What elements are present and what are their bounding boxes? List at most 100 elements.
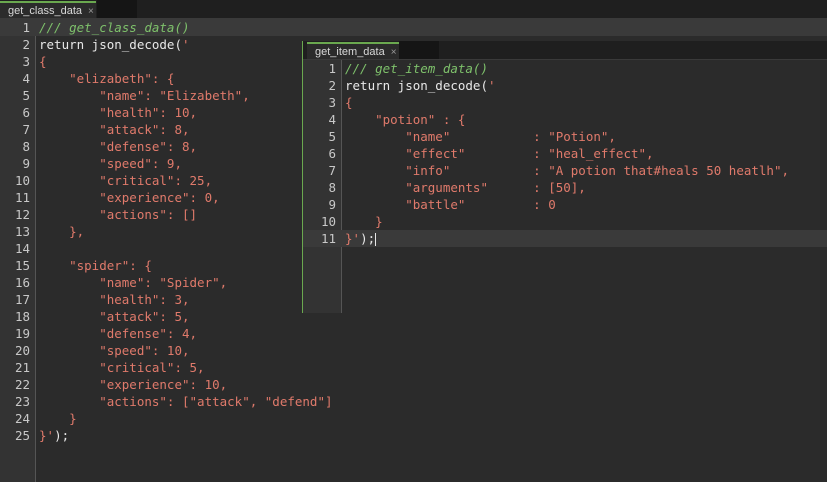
close-icon[interactable]: × xyxy=(88,6,94,17)
code-text: "health": 3, xyxy=(39,292,190,307)
line-number: 19 xyxy=(14,326,30,341)
line-number: 1 xyxy=(328,61,336,76)
line-number: 7 xyxy=(328,163,336,178)
line-number: 2 xyxy=(22,37,30,52)
code-text: "defense": 8, xyxy=(39,139,198,154)
code-text: "experience": 10, xyxy=(39,377,228,392)
code-line[interactable]: 20 "speed": 10, xyxy=(0,342,827,359)
line-number: 21 xyxy=(14,360,30,375)
code-text: /// get_class_data() xyxy=(39,20,190,35)
code-line[interactable]: 8 "arguments" : [50], xyxy=(303,179,827,196)
tab-bar-spacer xyxy=(97,0,137,18)
line-number: 4 xyxy=(328,112,336,127)
code-text: "effect" : "heal_effect", xyxy=(345,146,654,161)
line-number: 6 xyxy=(328,146,336,161)
close-icon[interactable]: × xyxy=(391,47,397,58)
code-line[interactable]: 23 "actions": ["attack", "defend"] xyxy=(0,393,827,410)
line-number: 8 xyxy=(328,180,336,195)
code-line[interactable]: 1 /// get_item_data() xyxy=(303,60,827,77)
line-number: 6 xyxy=(22,105,30,120)
code-text: "attack": 8, xyxy=(39,122,190,137)
code-text: } xyxy=(39,411,77,426)
code-text: "critical": 25, xyxy=(39,173,213,188)
line-number: 17 xyxy=(14,292,30,307)
line-number: 11 xyxy=(14,190,30,205)
code-line[interactable]: 22 "experience": 10, xyxy=(0,376,827,393)
code-text: return json_decode(' xyxy=(345,78,496,93)
line-number: 20 xyxy=(14,343,30,358)
line-number: 11 xyxy=(320,231,336,246)
code-text: "attack": 5, xyxy=(39,309,190,324)
line-number: 25 xyxy=(14,428,30,443)
code-line[interactable]: 1 /// get_class_data() xyxy=(0,19,827,36)
item-data-editor-window[interactable]: get_item_data × 1 /// get_item_data() 2 retu… xyxy=(302,41,827,313)
line-number: 4 xyxy=(22,71,30,86)
code-text: "spider": { xyxy=(39,258,152,273)
code-text: "health": 10, xyxy=(39,105,198,120)
code-text: "battle" : 0 xyxy=(345,197,556,212)
tab-get-item-data[interactable]: get_item_data × xyxy=(307,42,405,59)
tab-bar-spacer xyxy=(399,41,439,59)
line-number: 7 xyxy=(22,122,30,137)
code-text: "experience": 0, xyxy=(39,190,220,205)
code-line[interactable]: 25 }'); xyxy=(0,427,827,444)
line-number: 15 xyxy=(14,258,30,273)
item-code-editor[interactable]: 1 /// get_item_data() 2 return json_decode(… xyxy=(303,60,827,313)
tab-label: get_class_data xyxy=(8,5,82,17)
line-number: 9 xyxy=(22,156,30,171)
line-number: 3 xyxy=(328,95,336,110)
code-line[interactable]: 7 "info" : "A potion that#heals 50 heatl… xyxy=(303,162,827,179)
item-tab-bar: get_item_data × xyxy=(303,41,827,60)
code-text: }'); xyxy=(39,428,70,443)
code-text: "potion" : { xyxy=(345,112,466,127)
code-text: "actions": [] xyxy=(39,207,198,222)
line-number: 12 xyxy=(14,207,30,222)
line-number: 13 xyxy=(14,224,30,239)
line-number: 3 xyxy=(22,54,30,69)
code-text: }'); xyxy=(345,231,377,246)
line-number: 8 xyxy=(22,139,30,154)
code-text: } xyxy=(345,214,383,229)
line-number: 5 xyxy=(22,88,30,103)
code-text: "name": "Spider", xyxy=(39,275,228,290)
tab-get-class-data[interactable]: get_class_data × xyxy=(0,1,96,18)
code-text: "critical": 5, xyxy=(39,360,205,375)
code-text: "name" : "Potion", xyxy=(345,129,616,144)
line-number: 10 xyxy=(14,173,30,188)
line-number: 24 xyxy=(14,411,30,426)
code-line[interactable]: 6 "effect" : "heal_effect", xyxy=(303,145,827,162)
code-text: "elizabeth": { xyxy=(39,71,175,86)
code-line[interactable]: 5 "name" : "Potion", xyxy=(303,128,827,145)
line-number: 2 xyxy=(328,78,336,93)
code-line[interactable]: 10 } xyxy=(303,213,827,230)
code-text: "name": "Elizabeth", xyxy=(39,88,250,103)
code-line[interactable]: 9 "battle" : 0 xyxy=(303,196,827,213)
code-line[interactable]: 3{ xyxy=(303,94,827,111)
code-line[interactable]: 24 } xyxy=(0,410,827,427)
tab-label: get_item_data xyxy=(315,46,385,58)
code-line[interactable]: 21 "critical": 5, xyxy=(0,359,827,376)
code-line[interactable]: 19 "defense": 4, xyxy=(0,325,827,342)
line-number: 1 xyxy=(22,20,30,35)
line-number: 16 xyxy=(14,275,30,290)
code-text: return json_decode(' xyxy=(39,37,190,52)
code-text: }, xyxy=(39,224,85,239)
code-text: "actions": ["attack", "defend"] xyxy=(39,394,333,409)
code-text: "arguments" : [50], xyxy=(345,180,586,195)
code-text: "info" : "A potion that#heals 50 heatlh"… xyxy=(345,163,790,178)
code-line[interactable]: 4 "potion" : { xyxy=(303,111,827,128)
text-cursor xyxy=(375,233,377,246)
code-text: "speed": 9, xyxy=(39,156,182,171)
code-lines[interactable]: 1 /// get_item_data() 2 return json_decode(… xyxy=(303,60,827,247)
code-text: /// get_item_data() xyxy=(345,61,488,76)
line-number: 9 xyxy=(328,197,336,212)
line-number: 5 xyxy=(328,129,336,144)
line-number: 22 xyxy=(14,377,30,392)
line-number: 14 xyxy=(14,241,30,256)
code-text: "defense": 4, xyxy=(39,326,198,341)
line-number: 10 xyxy=(320,214,336,229)
code-line[interactable]: 11 }'); xyxy=(303,230,827,247)
main-tab-bar: get_class_data × xyxy=(0,0,827,19)
code-line[interactable]: 2 return json_decode(' xyxy=(303,77,827,94)
line-number: 23 xyxy=(14,394,30,409)
